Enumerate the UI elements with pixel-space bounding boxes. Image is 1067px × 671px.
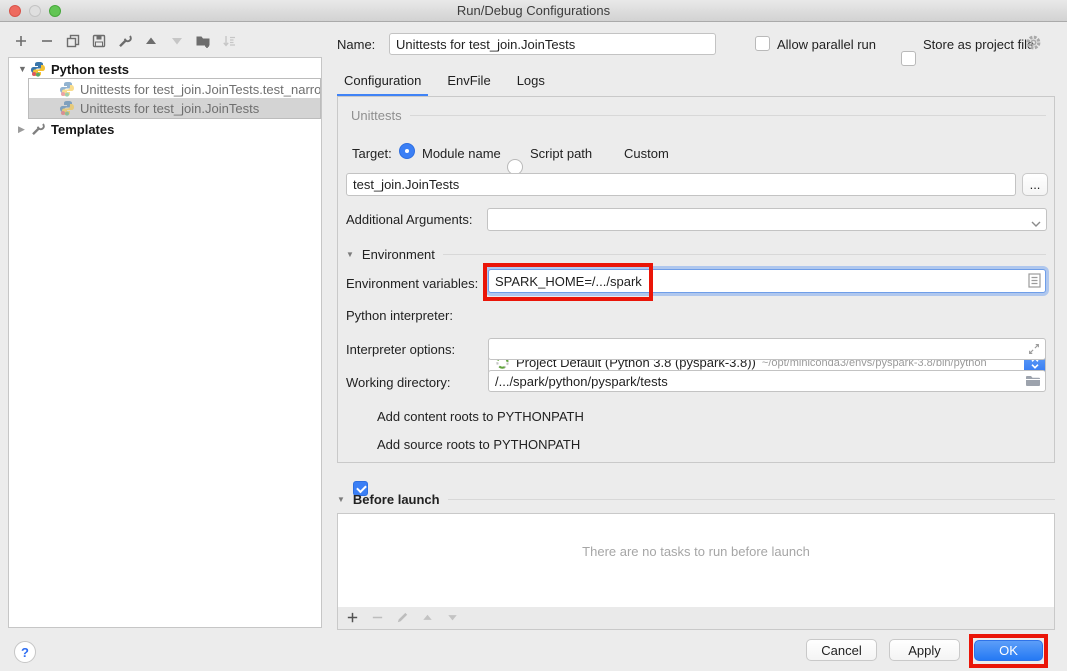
python-interpreter-label: Python interpreter: [346, 308, 453, 323]
save-configuration-icon[interactable] [91, 33, 107, 49]
sort-configurations-icon[interactable] [221, 33, 237, 49]
before-launch-title: Before launch [353, 492, 440, 507]
folder-icon[interactable] [1025, 374, 1041, 391]
add-task-icon[interactable] [345, 610, 361, 626]
chevron-down-icon[interactable] [1031, 215, 1041, 230]
move-up-icon[interactable] [143, 33, 159, 49]
environment-section-header[interactable]: ▼ Environment [346, 247, 1046, 262]
python-tests-icon [30, 61, 46, 77]
name-label: Name: [337, 37, 375, 52]
expand-field-icon[interactable] [1027, 342, 1041, 359]
divider [448, 499, 1055, 500]
templates-wrench-icon [30, 121, 46, 137]
add-configuration-icon[interactable] [13, 33, 29, 49]
remove-configuration-icon[interactable] [39, 33, 55, 49]
collapsed-arrow-icon[interactable]: ▶ [18, 124, 30, 135]
environment-section-title: Environment [362, 247, 435, 262]
tab-configuration[interactable]: Configuration [337, 68, 428, 97]
edit-templates-wrench-icon[interactable] [117, 33, 133, 49]
additional-arguments-label: Additional Arguments: [346, 212, 472, 227]
allow-parallel-run-label: Allow parallel run [777, 37, 876, 52]
store-as-project-file-label: Store as project file [923, 37, 1034, 52]
target-input[interactable] [346, 173, 1016, 196]
before-launch-toolbar [337, 607, 1055, 630]
target-label: Target: [352, 146, 392, 161]
store-options-gear-icon[interactable] [1025, 34, 1042, 54]
tree-item-templates[interactable]: ▶ Templates [9, 119, 321, 139]
tree-item-label: Templates [51, 122, 114, 137]
config-tabs: Configuration EnvFile Logs [337, 68, 564, 97]
configurations-toolbar [13, 31, 237, 51]
target-custom-label: Custom [624, 146, 669, 161]
python-test-config-icon [59, 100, 75, 116]
window-title: Run/Debug Configurations [0, 3, 1067, 18]
before-launch-task-list[interactable]: There are no tasks to run before launch [337, 513, 1055, 608]
collapse-arrow-icon[interactable]: ▼ [337, 495, 345, 504]
tree-item-label: Python tests [51, 62, 129, 77]
environment-variables-input[interactable] [488, 269, 1046, 293]
help-button[interactable]: ? [14, 641, 36, 663]
move-task-down-icon[interactable] [445, 610, 461, 626]
add-source-roots-label: Add source roots to PYTHONPATH [377, 437, 580, 452]
target-module-name-radio[interactable] [399, 143, 415, 159]
tab-envfile[interactable]: EnvFile [440, 68, 497, 97]
name-input[interactable] [389, 33, 716, 55]
tree-item-jointests-selected[interactable]: Unittests for test_join.JoinTests [29, 98, 320, 118]
before-launch-section-header[interactable]: ▼ Before launch [337, 492, 1055, 507]
tree-item-jointests-test-narrow[interactable]: Unittests for test_join.JoinTests.test_n… [29, 79, 320, 99]
unittests-group-panel: Unittests Target: Module name Script pat… [337, 96, 1055, 463]
remove-task-icon[interactable] [370, 610, 386, 626]
allow-parallel-run-checkbox[interactable] [755, 36, 770, 51]
edit-task-pencil-icon[interactable] [395, 610, 411, 626]
target-module-name-label: Module name [422, 146, 501, 161]
python-test-config-icon [59, 81, 75, 97]
run-debug-configurations-dialog: Run/Debug Configurations [0, 0, 1067, 671]
working-directory-label: Working directory: [346, 375, 451, 390]
copy-configuration-icon[interactable] [65, 33, 81, 49]
store-as-project-file-checkbox[interactable] [901, 51, 916, 66]
move-task-up-icon[interactable] [420, 610, 436, 626]
create-folder-icon[interactable] [195, 33, 211, 49]
tree-item-label: Unittests for test_join.JoinTests [80, 101, 259, 116]
interpreter-options-label: Interpreter options: [346, 342, 455, 357]
group-title: Unittests [351, 108, 402, 123]
tab-logs[interactable]: Logs [510, 68, 552, 97]
tree-item-label: Unittests for test_join.JoinTests.test_n… [80, 82, 320, 97]
edit-environment-variables-icon[interactable] [1028, 273, 1041, 291]
target-script-path-label: Script path [530, 146, 592, 161]
interpreter-options-input[interactable] [488, 338, 1046, 360]
expanded-arrow-icon[interactable]: ▼ [18, 64, 30, 74]
move-down-icon[interactable] [169, 33, 185, 49]
divider [443, 254, 1046, 255]
working-directory-input[interactable] [488, 370, 1046, 392]
environment-variables-label: Environment variables: [346, 276, 478, 291]
ok-button[interactable]: OK [974, 640, 1043, 661]
apply-button[interactable]: Apply [889, 639, 960, 661]
tree-item-python-tests[interactable]: ▼ Python tests [9, 59, 321, 79]
titlebar: Run/Debug Configurations [0, 0, 1067, 22]
configurations-tree: ▼ Python tests Unitte [8, 57, 322, 628]
cancel-button[interactable]: Cancel [806, 639, 877, 661]
group-title-row: Unittests [351, 108, 1046, 123]
browse-button[interactable]: ... [1022, 173, 1048, 196]
collapse-arrow-icon[interactable]: ▼ [346, 250, 354, 259]
add-content-roots-label: Add content roots to PYTHONPATH [377, 409, 584, 424]
additional-arguments-input[interactable] [487, 208, 1047, 231]
before-launch-empty-message: There are no tasks to run before launch [338, 544, 1054, 559]
divider [410, 115, 1046, 116]
